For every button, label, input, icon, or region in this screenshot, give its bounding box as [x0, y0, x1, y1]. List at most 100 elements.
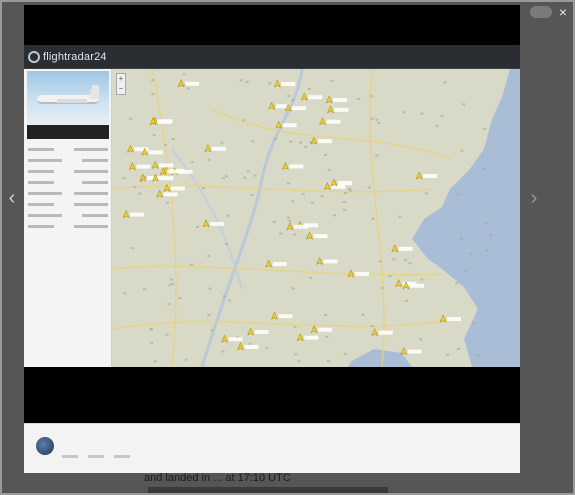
town-marker — [324, 153, 327, 156]
comment-card — [24, 423, 520, 473]
town-marker — [222, 295, 226, 298]
town-marker — [189, 263, 193, 266]
flight-label — [407, 349, 422, 354]
plus-icon[interactable]: + — [119, 75, 124, 83]
info-label — [28, 203, 54, 206]
chevron-left-icon[interactable]: ‹ — [4, 186, 20, 210]
town-marker — [327, 168, 331, 171]
town-marker — [304, 145, 308, 148]
town-marker — [190, 161, 194, 164]
town-marker — [420, 112, 424, 115]
image-viewer: flightradar24 + − — [24, 5, 520, 473]
town-marker — [243, 176, 246, 179]
info-row — [28, 211, 108, 220]
avatar[interactable] — [36, 437, 54, 455]
town-marker — [460, 149, 464, 152]
info-value — [82, 181, 108, 184]
town-marker — [171, 137, 175, 140]
flight-info-panel — [24, 69, 112, 367]
comment-action[interactable] — [62, 455, 78, 458]
town-marker — [163, 143, 167, 146]
town-marker — [246, 170, 250, 173]
town-marker — [459, 237, 463, 240]
town-marker — [457, 347, 460, 350]
flight-label — [326, 119, 341, 124]
town-marker — [349, 189, 353, 192]
town-marker — [367, 186, 371, 189]
town-marker — [242, 119, 245, 122]
town-marker — [361, 313, 365, 316]
flight-details — [28, 145, 108, 233]
flight-tracker-screenshot: flightradar24 + − — [24, 45, 520, 367]
town-marker — [170, 282, 174, 285]
zoom-control[interactable]: + − — [116, 73, 126, 95]
map-layer[interactable] — [112, 69, 520, 367]
town-marker — [279, 232, 283, 235]
aircraft-photo[interactable] — [27, 71, 109, 125]
flight-label — [278, 314, 293, 319]
app-logo[interactable]: flightradar24 — [28, 50, 107, 63]
info-row — [28, 156, 108, 165]
lightbox-page: × ‹ › flightradar24 + − and landed in ..… — [0, 0, 575, 495]
town-marker — [239, 79, 243, 82]
town-marker — [357, 98, 361, 100]
minus-icon[interactable]: − — [119, 85, 124, 93]
photo-caption — [27, 125, 109, 139]
town-marker — [226, 214, 230, 217]
info-label — [28, 159, 62, 162]
town-marker — [324, 313, 328, 316]
town-marker — [472, 322, 476, 325]
town-marker — [208, 287, 212, 290]
town-marker — [369, 95, 373, 98]
comment-action[interactable] — [88, 455, 104, 458]
town-marker — [343, 209, 347, 211]
menu-pill[interactable] — [530, 6, 552, 18]
town-marker — [287, 94, 291, 97]
town-marker — [131, 247, 135, 250]
flight-label — [318, 327, 333, 332]
town-marker — [301, 193, 305, 196]
flight-label — [333, 97, 348, 102]
town-marker — [420, 278, 424, 281]
town-marker — [207, 158, 211, 161]
chevron-right-icon[interactable]: › — [526, 186, 542, 210]
town-marker — [165, 201, 169, 204]
flight-label — [254, 330, 269, 335]
town-marker — [483, 167, 486, 170]
town-marker — [133, 185, 137, 188]
tail-shape — [89, 85, 99, 99]
town-marker — [375, 118, 379, 121]
info-label — [28, 148, 54, 151]
flight-label — [331, 184, 346, 189]
flight-label — [317, 139, 332, 144]
info-value — [74, 203, 108, 206]
town-marker — [165, 333, 169, 336]
town-marker — [291, 99, 295, 102]
town-marker — [129, 117, 133, 120]
town-marker — [464, 269, 468, 272]
town-marker — [288, 219, 292, 222]
town-marker — [485, 249, 489, 252]
town-marker — [327, 360, 331, 363]
town-marker — [419, 338, 423, 341]
flight-label — [409, 283, 424, 288]
flight-label — [272, 262, 287, 267]
town-marker — [207, 255, 211, 258]
flight-label — [308, 95, 323, 100]
town-marker — [462, 103, 466, 106]
flight-map[interactable]: + − — [112, 69, 520, 367]
close-icon[interactable]: × — [554, 4, 572, 20]
town-marker — [170, 278, 174, 281]
town-marker — [184, 358, 188, 361]
town-marker — [273, 137, 277, 140]
town-marker — [342, 200, 346, 203]
flight-label — [281, 81, 296, 86]
town-marker — [250, 194, 254, 196]
town-marker — [347, 187, 351, 190]
info-value — [74, 170, 108, 173]
flight-label — [423, 174, 438, 179]
comment-action[interactable] — [114, 455, 130, 458]
wing-shape — [57, 99, 87, 103]
town-marker — [371, 217, 375, 220]
town-marker — [330, 80, 334, 82]
